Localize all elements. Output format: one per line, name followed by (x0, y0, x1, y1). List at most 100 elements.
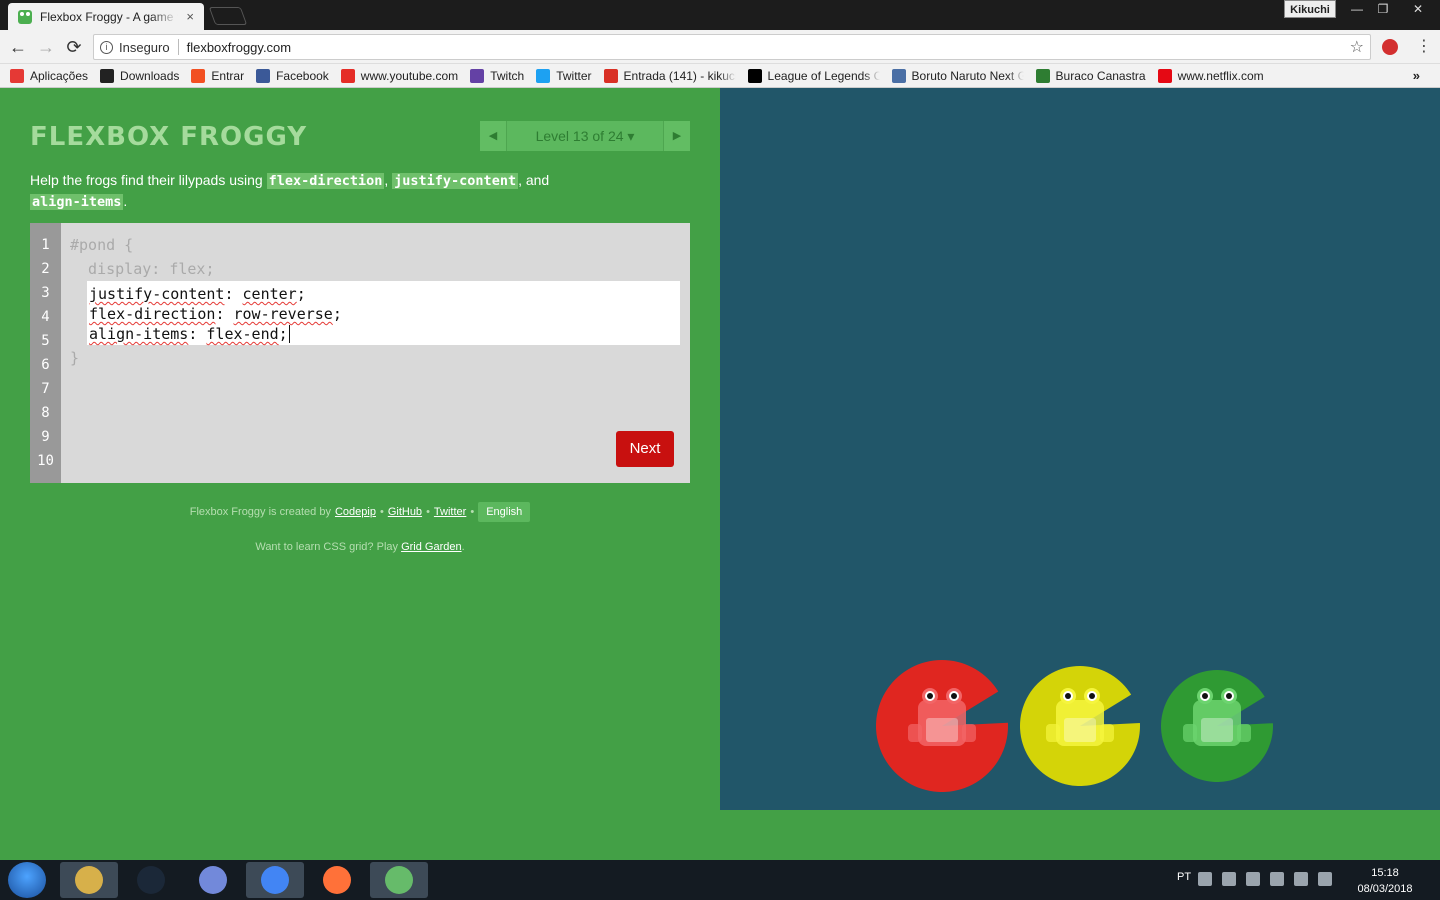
reload-icon[interactable]: ⟳ (63, 36, 85, 58)
tab-close-icon[interactable]: × (186, 9, 194, 24)
firefox-icon (323, 866, 351, 894)
property-flex-direction[interactable]: flex-direction (266, 173, 385, 189)
input-prop: justify-content (89, 285, 225, 303)
bookmark-item[interactable]: Twitter (536, 68, 592, 83)
bookmark-star-icon[interactable]: ☆ (1350, 37, 1364, 57)
input-end: ; (296, 285, 306, 303)
flag-icon[interactable] (1222, 872, 1236, 886)
input-prop: flex-direction (89, 305, 216, 323)
language-indicator[interactable]: PT (1177, 871, 1191, 883)
taskbar-button[interactable] (246, 862, 304, 898)
close-window-button[interactable]: ✕ (1396, 0, 1440, 18)
instructions-sep: , and (518, 172, 550, 188)
next-level-icon[interactable]: ▶ (664, 121, 690, 151)
taskbar-button[interactable] (60, 862, 118, 898)
bookmark-label: Entrada (141) - kikuchi (623, 68, 736, 83)
previous-level-icon[interactable]: ◀ (480, 121, 506, 151)
maximize-button[interactable]: ❐ (1370, 0, 1396, 18)
volume-icon[interactable] (1318, 872, 1332, 886)
bookmark-item[interactable]: www.netflix.com (1157, 68, 1264, 83)
level-navigation: ◀ Level 13 of 24 ▾ ▶ (480, 121, 690, 151)
bookmark-item[interactable]: League of Legends Clube (747, 68, 880, 83)
input-prop: align-items (89, 325, 189, 343)
forward-icon[interactable]: → (35, 36, 57, 58)
grid-garden-link[interactable]: Grid Garden (401, 541, 462, 553)
tab-title: Flexbox Froggy - A game for learning CSS… (40, 9, 178, 24)
minimize-button[interactable]: — (1344, 0, 1370, 18)
signal-icon[interactable] (1294, 872, 1308, 886)
network-check-icon[interactable] (1270, 872, 1284, 886)
bookmark-label: Twitter (556, 68, 592, 83)
new-tab-button[interactable] (208, 7, 248, 25)
bookmark-item[interactable]: Entrar (191, 68, 244, 83)
nvidia-icon[interactable] (1246, 872, 1260, 886)
instructions: Help the frogs find their lilypads using… (30, 170, 690, 212)
browser-tab[interactable]: Flexbox Froggy - A game for learning CSS… (8, 3, 204, 30)
security-label[interactable]: Inseguro (119, 40, 170, 55)
clock-time: 15:18 (1371, 867, 1399, 879)
bullet: • (379, 506, 384, 518)
start-button[interactable] (8, 862, 46, 898)
property-justify-content[interactable]: justify-content (392, 173, 519, 189)
bookmark-item[interactable]: Boruto Naruto Next Generations (891, 68, 1024, 83)
bookmark-item[interactable]: Buraco Canastra (1035, 68, 1146, 83)
bookmarks-overflow-icon[interactable]: » (1413, 68, 1420, 83)
clock[interactable]: 15:18 08/03/2018 (1350, 865, 1420, 897)
download-icon (100, 68, 115, 83)
bookmark-item[interactable]: www.youtube.com (340, 68, 458, 83)
input-end: ; (278, 325, 288, 343)
github-link[interactable]: GitHub (388, 506, 422, 518)
line-number: 8 (41, 405, 50, 421)
taskbar-button[interactable] (308, 862, 366, 898)
grid-garden-promo: Want to learn CSS grid? Play Grid Garden… (30, 541, 690, 553)
system-tray (1198, 872, 1332, 886)
back-icon[interactable]: ← (7, 36, 29, 58)
frog-green (1183, 688, 1251, 746)
bookmark-label: Downloads (120, 68, 180, 83)
youtube-icon (340, 68, 355, 83)
bullet: • (426, 506, 430, 518)
bookmark-item[interactable]: Twitch (470, 68, 525, 83)
extension-icon[interactable] (1382, 39, 1398, 55)
browser-toolbar: ← → ⟳ i Inseguro flexboxfroggy.com ☆ ⋮ (0, 30, 1440, 64)
property-align-items[interactable]: align-items (30, 194, 124, 210)
instructions-text: Help the frogs find their lilypads using (30, 172, 267, 188)
frog-favicon-icon (18, 9, 32, 24)
bookmark-item[interactable]: Downloads (100, 68, 180, 83)
url-text[interactable]: flexboxfroggy.com (187, 40, 1350, 55)
code-editor: 1 2 3 4 5 6 7 8 9 10 #pond { display: flex; justi… (30, 223, 690, 483)
address-bar[interactable]: i Inseguro flexboxfroggy.com ☆ (93, 34, 1371, 60)
game-logo: FLEXBOX FROGGY (30, 122, 308, 152)
file-explorer-icon (75, 866, 103, 894)
bookmark-label: Facebook (276, 68, 329, 83)
keyboard-icon[interactable] (1198, 872, 1212, 886)
codepip-link[interactable]: Codepip (335, 506, 376, 518)
instructions-sep: , (384, 172, 393, 188)
twitch-icon (470, 68, 485, 83)
profile-button[interactable]: Kikuchi (1284, 0, 1336, 18)
twitter-link[interactable]: Twitter (434, 506, 466, 518)
level-indicator[interactable]: Level 13 of 24 ▾ (506, 121, 664, 151)
line-number: 6 (41, 357, 50, 373)
css-input-textarea[interactable]: justify-content: center; flex-direction:… (87, 281, 680, 345)
bookmark-label: Twitch (490, 68, 525, 83)
bookmark-item[interactable]: Facebook (256, 68, 329, 83)
gmail-icon (603, 68, 618, 83)
steam-icon (137, 866, 165, 894)
next-button[interactable]: Next (616, 431, 674, 467)
bookmark-label: Buraco Canastra (1055, 68, 1146, 83)
input-colon: : (215, 305, 234, 323)
language-button[interactable]: English (478, 502, 531, 522)
info-icon[interactable]: i (100, 40, 113, 54)
taskbar-button[interactable] (122, 862, 180, 898)
chrome-menu-icon[interactable]: ⋮ (1416, 36, 1432, 56)
input-end: ; (332, 305, 342, 323)
taskbar-button[interactable] (370, 862, 428, 898)
bookmark-item[interactable]: Aplicações (10, 68, 88, 83)
bookmark-item[interactable]: Entrada (141) - kikuchi (603, 68, 736, 83)
separator (177, 39, 179, 55)
frog-red (908, 688, 976, 746)
instructions-suffix: . (123, 193, 128, 209)
input-val: center (242, 285, 297, 303)
taskbar-button[interactable] (184, 862, 242, 898)
